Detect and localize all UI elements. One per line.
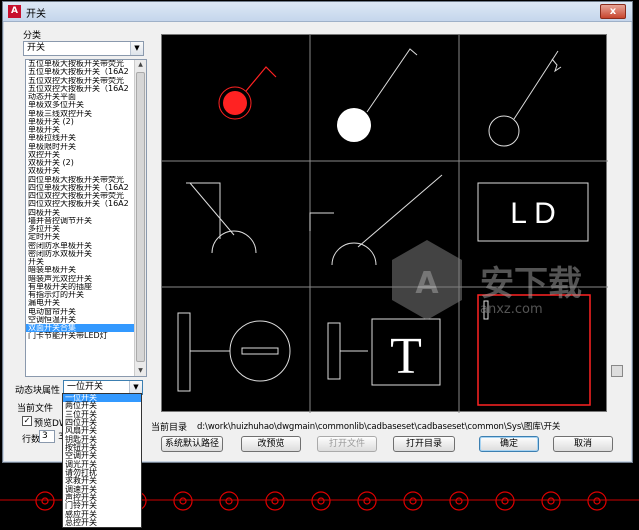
category-label: 分类 <box>23 31 42 41</box>
close-button[interactable]: x <box>600 4 626 19</box>
list-item[interactable]: 定时开关 <box>26 233 134 241</box>
svg-text:A: A <box>415 266 439 301</box>
list-item[interactable]: 单极三线双控开关 <box>26 110 134 118</box>
autocad-app-icon: A <box>8 5 21 18</box>
list-item[interactable]: 动态开关平面 <box>26 93 134 101</box>
rows-label: 行数 <box>22 435 41 445</box>
dropdown-option[interactable]: 总控开关 <box>63 518 141 527</box>
title-bar[interactable]: A 开关 x <box>3 2 632 22</box>
list-item[interactable]: 门卡节能开关带LED灯 <box>26 332 134 340</box>
list-item[interactable]: 双极开关 (2) <box>26 159 134 167</box>
watermark-en: anxz.com <box>480 302 543 317</box>
change-preview-button[interactable]: 改预览 <box>241 436 301 452</box>
current-dir-path: d:\work\huizhuhao\dwgmain\commonlib\cadb… <box>197 422 561 432</box>
list-item[interactable]: 有指示灯的开关 <box>26 291 134 299</box>
list-item[interactable]: 暗装单极开关 <box>26 266 134 274</box>
list-item[interactable]: 开关 <box>26 258 134 266</box>
preview-checkbox[interactable]: ✓ <box>22 416 32 426</box>
list-item[interactable]: 单极开关 (2) <box>26 118 134 126</box>
list-item[interactable]: 单极拉线开关 <box>26 134 134 142</box>
watermark-cn: 安下载 <box>480 264 582 304</box>
rows-input[interactable]: 3 <box>39 430 55 443</box>
list-item[interactable]: 五位单极大按板开关带荧光 <box>26 60 134 68</box>
list-item[interactable]: 空调恒温开关 <box>26 316 134 324</box>
dynamic-attr-dropdown[interactable]: 一位开关 两位开关 三位开关 四位开关 风扇开关 钥匙开关 按钮开关 空调开关 调光开关 请勿打扰… <box>62 393 142 528</box>
tile-7-pull-switch[interactable] <box>177 312 291 392</box>
list-item[interactable]: 暗装声光双控开关 <box>26 275 134 283</box>
tile-2-switch-white[interactable] <box>337 48 418 142</box>
list-item[interactable]: 有单极开关的插座 <box>26 283 134 291</box>
block-list[interactable]: 五位单极大按板开关带荧光 五位单极大按板开关（16A2 五位双控大按板开关带荧光 五位… <box>25 59 147 377</box>
list-item[interactable]: 密闭防水单极开关 <box>26 242 134 250</box>
list-item[interactable]: 单极双多位开关 <box>26 101 134 109</box>
current-dir-label: 当前目录 <box>151 423 188 433</box>
chevron-down-icon[interactable]: ▼ <box>130 42 143 55</box>
tile-8-label: T <box>390 328 422 385</box>
list-item[interactable]: 墙并音控调节开关 <box>26 217 134 225</box>
ok-button[interactable]: 确定 <box>479 436 539 452</box>
preview-scroll-handle[interactable] <box>611 365 623 377</box>
list-item[interactable]: 四极开关 <box>26 209 134 217</box>
list-item[interactable]: 五位单极大按板开关（16A2 <box>26 68 134 76</box>
tile-8-t-box[interactable]: T <box>327 318 441 386</box>
list-item[interactable]: 双面开关合集 <box>26 324 134 333</box>
window-title: 开关 <box>26 9 46 20</box>
default-path-button[interactable]: 系统默认路径 <box>161 436 223 452</box>
list-item[interactable]: 五位双控大按板开关带荧光 <box>26 77 134 85</box>
preview-grid[interactable]: L D T A 安下载 anxz.com <box>161 34 608 413</box>
scroll-up-icon[interactable]: ▲ <box>135 60 146 70</box>
list-item[interactable]: 四位单极大按板开关带荧光 <box>26 176 134 184</box>
preview-drawing: L D T A 安下载 anxz.com <box>162 35 608 413</box>
list-item[interactable]: 漏电开关 <box>26 299 134 307</box>
list-item[interactable]: 五位双控大按板开关（16A2 <box>26 85 134 93</box>
tile-6-ld-box[interactable]: L D <box>477 182 589 242</box>
list-scrollbar[interactable]: ▲ ▼ <box>134 60 146 376</box>
tile-6-label: L D <box>510 197 556 230</box>
list-item[interactable]: 双控开关 <box>26 151 134 159</box>
open-dir-button[interactable]: 打开目录 <box>393 436 455 452</box>
category-select-value: 开关 <box>27 43 46 53</box>
list-item[interactable]: 单极开关 <box>26 126 134 134</box>
list-item[interactable]: 多拉开关 <box>26 225 134 233</box>
watermark-logo: A 安下载 anxz.com <box>392 240 582 320</box>
tile-1-switch-red[interactable] <box>218 66 277 120</box>
category-select[interactable]: 开关 ▼ <box>23 41 144 56</box>
open-file-button[interactable]: 打开文件 <box>317 436 377 452</box>
dynamic-attr-label: 动态块属性 <box>15 386 61 396</box>
list-item[interactable]: 密闭防水双极开关 <box>26 250 134 258</box>
list-item[interactable]: 单极限时开关 <box>26 143 134 151</box>
dynamic-attr-value: 一位开关 <box>67 382 104 392</box>
scroll-thumb[interactable] <box>136 72 145 362</box>
list-item[interactable]: 双极开关 <box>26 167 134 175</box>
list-item[interactable]: 四位双控大按板开关（16A2 <box>26 200 134 208</box>
scroll-down-icon[interactable]: ▼ <box>135 366 146 376</box>
list-item[interactable]: 电动窗帘开关 <box>26 308 134 316</box>
list-item[interactable]: 四位单极大按板开关（16A2 <box>26 184 134 192</box>
current-file-label: 当前文件 <box>17 404 54 414</box>
tile-4-switch-arm[interactable] <box>186 182 257 254</box>
tile-3-switch-outline[interactable] <box>488 50 562 147</box>
cancel-button[interactable]: 取消 <box>553 436 613 452</box>
list-item[interactable]: 四位双控大按板开关带荧光 <box>26 192 134 200</box>
